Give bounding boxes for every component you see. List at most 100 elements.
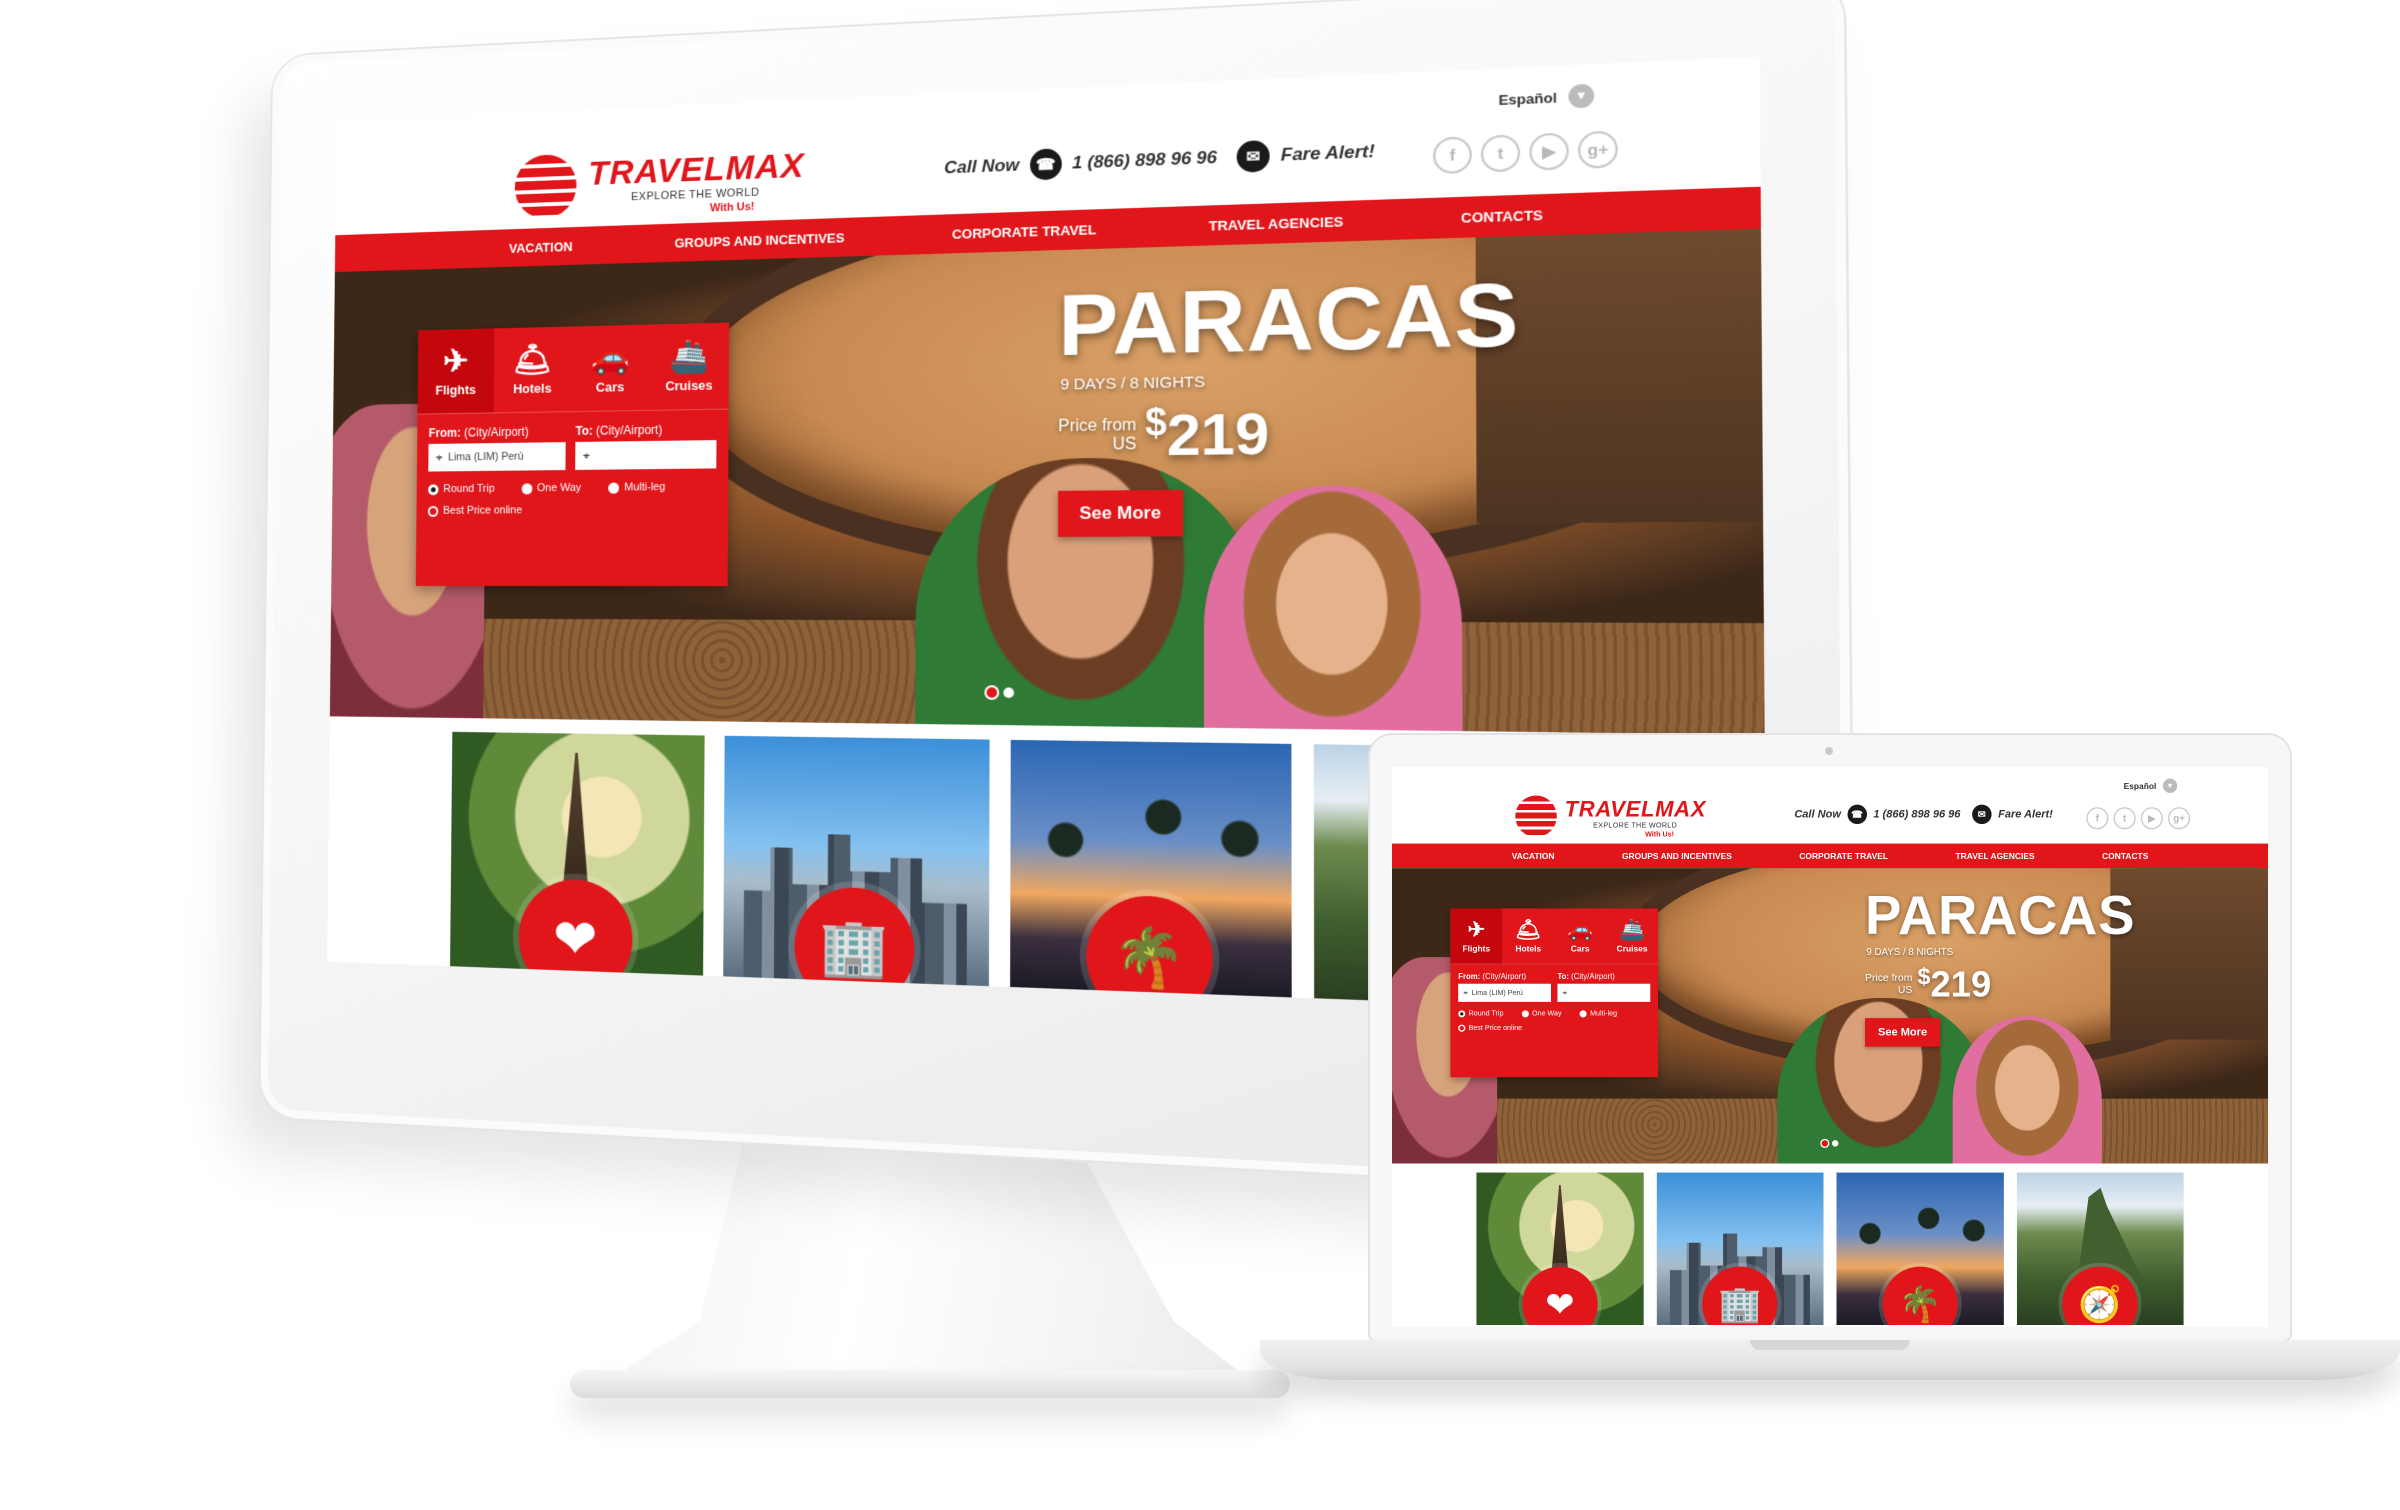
- card-new-york[interactable]: 🏢: [722, 735, 990, 987]
- language-label: Español: [2123, 780, 2157, 791]
- card-beach[interactable]: 🌴: [1010, 739, 1292, 998]
- radio-one-way[interactable]: One Way: [521, 481, 582, 495]
- from-input[interactable]: ⌖ Lima (LIM) Perú: [1458, 983, 1551, 1002]
- promo-price-row: Price from US $219: [1865, 963, 2135, 1005]
- laptop-lid: TRAVELMAX EXPLORE THE WORLD With Us! Cal…: [1370, 735, 2290, 1340]
- tab-cruises-label: Cruises: [1616, 943, 1648, 954]
- laptop-screen: TRAVELMAX EXPLORE THE WORLD With Us! Cal…: [1392, 767, 2268, 1327]
- envelope-icon: ✉: [1972, 804, 1992, 825]
- radio-round-trip[interactable]: Round Trip: [1458, 1009, 1504, 1018]
- travelmax-website: TRAVELMAX EXPLORE THE WORLD With Us! Cal…: [1392, 767, 2268, 1326]
- currency-code: US: [1112, 434, 1137, 454]
- tab-flights-label: Flights: [435, 382, 476, 398]
- facebook-icon[interactable]: f: [1433, 136, 1472, 175]
- to-label-text: To:: [575, 423, 593, 438]
- brand-logo[interactable]: TRAVELMAX EXPLORE THE WORLD With Us!: [1515, 793, 1729, 845]
- card-paris[interactable]: ❤: [450, 731, 705, 976]
- from-input[interactable]: ⌖ Lima (LIM) Perú: [428, 442, 566, 472]
- tab-hotels[interactable]: 🛎 Hotels: [1502, 908, 1554, 963]
- slide-dot-2[interactable]: [1002, 687, 1014, 699]
- nav-travel-agencies[interactable]: TRAVEL AGENCIES: [1922, 844, 2069, 869]
- language-selector[interactable]: Español ▼: [2123, 778, 2178, 793]
- slide-pager: [1821, 1140, 1839, 1147]
- tab-flights[interactable]: ✈ Flights: [417, 328, 495, 414]
- google-plus-icon[interactable]: g+: [1577, 130, 1618, 169]
- to-input[interactable]: ⌖: [575, 440, 717, 470]
- card-beach[interactable]: 🌴: [1836, 1172, 2004, 1326]
- promo-price-prefix: Price from US: [1058, 416, 1136, 455]
- nav-contacts[interactable]: CONTACTS: [2068, 844, 2182, 869]
- tab-hotels[interactable]: 🛎 Hotels: [494, 326, 572, 412]
- nav-corporate-travel[interactable]: CORPORATE TRAVEL: [1766, 844, 1922, 869]
- slide-dot-2[interactable]: [1831, 1140, 1839, 1147]
- tab-cruises[interactable]: 🚢 Cruises: [1606, 908, 1658, 963]
- fare-alert-link[interactable]: Fare Alert!: [1281, 141, 1375, 166]
- promo-price: $219: [1145, 399, 1269, 469]
- header: TRAVELMAX EXPLORE THE WORLD With Us! Cal…: [1392, 767, 2268, 844]
- radio-round-trip[interactable]: Round Trip: [428, 483, 495, 495]
- promo-price-prefix: Price from US: [1865, 972, 1912, 995]
- phone-number[interactable]: 1 (866) 898 96 96: [1072, 147, 1217, 173]
- promo-destination: PARACAS: [1865, 884, 2136, 946]
- nav-vacation[interactable]: VACATION: [459, 225, 623, 268]
- best-price-label: Best Price online: [442, 504, 523, 517]
- radio-multi-leg[interactable]: Multi-leg: [1579, 1009, 1618, 1018]
- to-hint: (City/Airport): [1571, 972, 1615, 982]
- to-label-text: To:: [1557, 972, 1569, 982]
- tab-hotels-label: Hotels: [513, 380, 552, 397]
- language-label: Español: [1498, 89, 1557, 108]
- badge-icon: [1458, 1024, 1466, 1032]
- tab-cruises[interactable]: 🚢 Cruises: [649, 323, 729, 410]
- phone-number[interactable]: 1 (866) 898 96 96: [1873, 808, 1960, 821]
- youtube-icon[interactable]: ▶: [2140, 807, 2163, 830]
- radio-one-way-label: One Way: [1532, 1009, 1562, 1018]
- tab-cars[interactable]: 🚗 Cars: [571, 325, 650, 412]
- chevron-down-icon: ▼: [1568, 83, 1595, 109]
- brand-logo[interactable]: TRAVELMAX EXPLORE THE WORLD With Us!: [514, 139, 841, 231]
- radio-dot: [521, 482, 533, 494]
- phone-icon: ☎: [1847, 804, 1867, 825]
- laptop-notch: [1750, 1340, 1910, 1350]
- see-more-button[interactable]: See More: [1057, 489, 1183, 537]
- radio-round-trip-label: Round Trip: [443, 482, 495, 496]
- brand-name: TRAVELMAX: [1564, 796, 1707, 822]
- brand-name: TRAVELMAX: [588, 146, 805, 193]
- radio-round-trip-label: Round Trip: [1468, 1009, 1504, 1018]
- nav-contacts[interactable]: CONTACTS: [1402, 192, 1604, 240]
- to-field: To: (City/Airport) ⌖: [1557, 972, 1651, 1002]
- tab-flights[interactable]: ✈ Flights: [1450, 908, 1503, 964]
- mockup-stage: TRAVELMAX EXPLORE THE WORLD With Us! Cal…: [0, 0, 2400, 1510]
- google-plus-icon[interactable]: g+: [2168, 807, 2191, 830]
- card-machu-picchu[interactable]: 🧭: [2016, 1172, 2184, 1326]
- radio-one-way[interactable]: One Way: [1521, 1009, 1562, 1018]
- radio-one-way-label: One Way: [536, 481, 582, 495]
- trip-type-options: Round Trip One Way Multi-leg: [1450, 1002, 1658, 1018]
- facebook-icon[interactable]: f: [2086, 807, 2109, 830]
- monitor-stand-base: [570, 1370, 1290, 1398]
- radio-multi-leg[interactable]: Multi-leg: [608, 481, 665, 494]
- contact-bar: Call Now ☎ 1 (866) 898 96 96 ✉ Fare Aler…: [1794, 804, 2053, 825]
- to-input[interactable]: ⌖: [1557, 983, 1651, 1002]
- see-more-button[interactable]: See More: [1865, 1018, 1941, 1047]
- nav-vacation[interactable]: VACATION: [1478, 844, 1588, 869]
- plane-icon: ✈: [443, 342, 469, 379]
- to-label: To: (City/Airport): [575, 422, 716, 438]
- from-hint: (City/Airport): [1482, 972, 1527, 982]
- promo-price: $219: [1918, 963, 1992, 1005]
- nav-groups-and-incentives[interactable]: GROUPS AND INCENTIVES: [1588, 844, 1765, 869]
- fare-alert-link[interactable]: Fare Alert!: [1998, 808, 2053, 821]
- promo-price-row: Price from US $219: [1058, 394, 1520, 470]
- radio-multi-leg-label: Multi-leg: [1590, 1009, 1618, 1018]
- slide-dot-1[interactable]: [985, 687, 997, 698]
- tab-flights-label: Flights: [1462, 943, 1491, 954]
- twitter-icon[interactable]: t: [2113, 807, 2136, 830]
- laptop: TRAVELMAX EXPLORE THE WORLD With Us! Cal…: [1260, 735, 2400, 1395]
- twitter-icon[interactable]: t: [1480, 134, 1521, 173]
- youtube-icon[interactable]: ▶: [1529, 132, 1569, 171]
- card-paris[interactable]: ❤: [1476, 1172, 1644, 1326]
- language-selector[interactable]: Español ▼: [1498, 83, 1595, 112]
- best-price-badge: Best Price online: [416, 493, 728, 517]
- tab-cars[interactable]: 🚗 Cars: [1554, 908, 1606, 963]
- card-new-york[interactable]: 🏢: [1656, 1172, 1824, 1326]
- slide-dot-1[interactable]: [1821, 1140, 1828, 1147]
